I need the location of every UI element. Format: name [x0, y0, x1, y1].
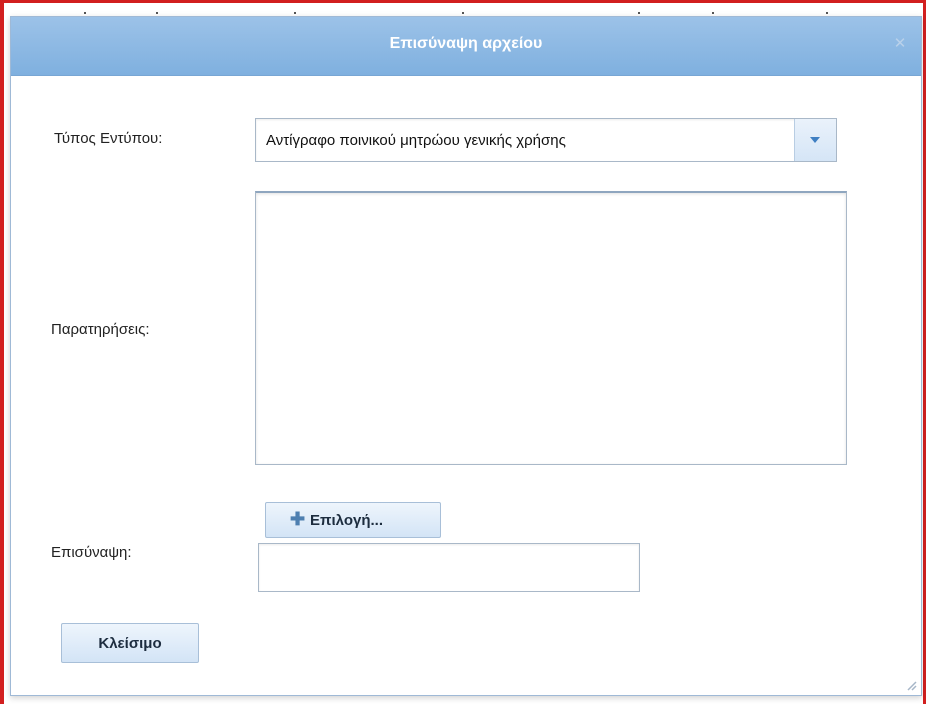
form-type-selected-value: Αντίγραφο ποινικού μητρώου γενικής χρήση… — [266, 132, 566, 149]
tick-mark — [84, 12, 86, 14]
form-type-select[interactable]: Αντίγραφο ποινικού μητρώου γενικής χρήση… — [255, 118, 837, 162]
tick-mark — [638, 12, 640, 14]
attachment-label: Επισύναψη: — [51, 544, 132, 561]
notes-textarea[interactable] — [255, 191, 847, 465]
attach-file-dialog: Επισύναψη αρχείου ✕ Τύπος Εντύπου: Αντίγ… — [10, 16, 922, 696]
dropdown-arrow-button[interactable] — [794, 119, 836, 161]
attachment-file-field[interactable] — [258, 543, 640, 592]
resize-grip-icon[interactable] — [905, 679, 917, 691]
dialog-titlebar[interactable]: Επισύναψη αρχείου ✕ — [11, 17, 921, 76]
chevron-down-icon — [810, 137, 820, 143]
dialog-title: Επισύναψη αρχείου — [389, 35, 543, 52]
tick-mark — [294, 12, 296, 14]
tick-mark — [462, 12, 464, 14]
plus-icon: ✚ — [290, 509, 306, 529]
notes-label: Παρατηρήσεις: — [51, 321, 150, 338]
tick-mark — [826, 12, 828, 14]
tick-mark — [712, 12, 714, 14]
select-file-button[interactable]: ✚ Επιλογή... — [265, 502, 441, 538]
select-file-button-label: Επιλογή... — [310, 512, 383, 529]
close-button[interactable]: Κλείσιμο — [61, 623, 199, 663]
close-icon[interactable]: ✕ — [893, 36, 907, 51]
form-type-label: Τύπος Εντύπου: — [54, 130, 163, 147]
close-button-label: Κλείσιμο — [98, 635, 162, 652]
tick-mark — [156, 12, 158, 14]
